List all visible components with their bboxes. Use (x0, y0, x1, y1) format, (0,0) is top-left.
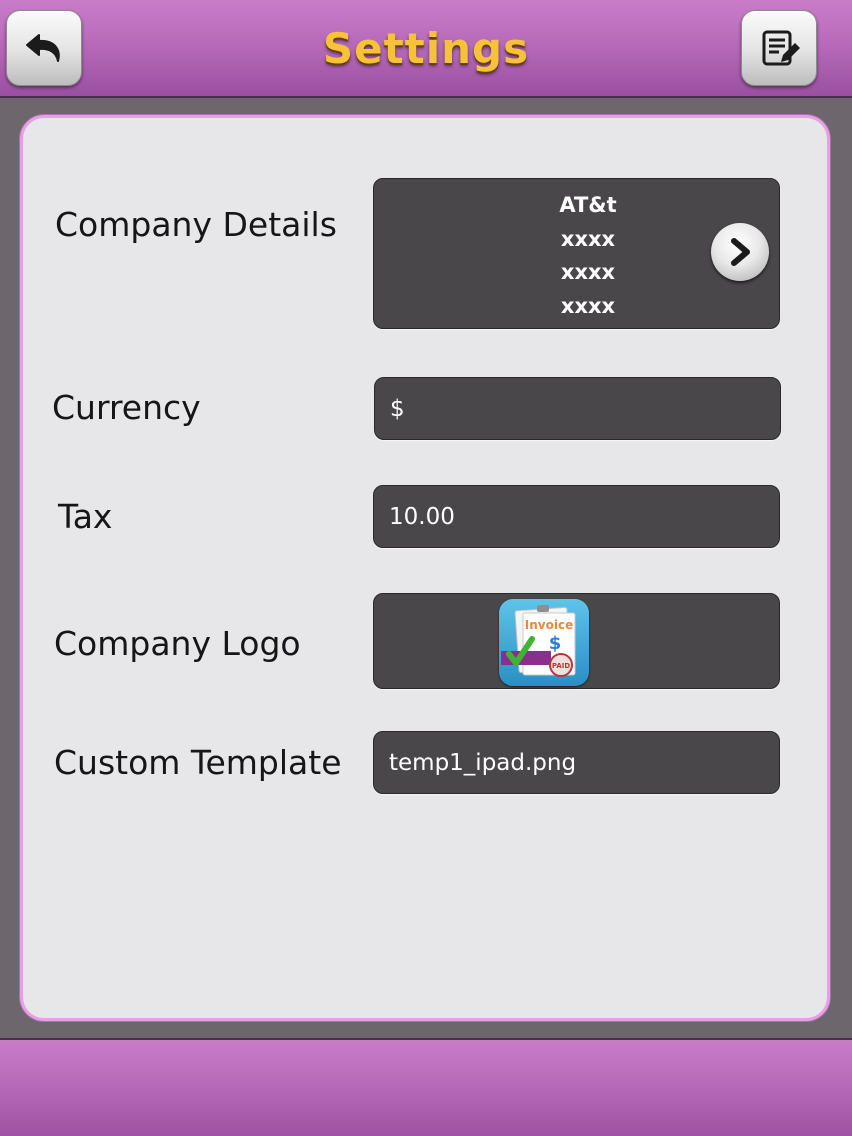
top-navigation-bar: Settings (0, 0, 852, 98)
page-title: Settings (322, 24, 530, 73)
tax-input[interactable]: 10.00 (373, 485, 780, 548)
company-details-arrow-button[interactable] (711, 223, 769, 281)
chevron-right-icon (731, 238, 750, 266)
custom-template-value: temp1_ipad.png (389, 749, 577, 776)
currency-value: $ (390, 395, 405, 422)
company-name: AT&t (559, 193, 617, 217)
logo-dollar-symbol: $ (549, 633, 562, 654)
currency-label: Currency (52, 388, 201, 427)
notepad-pencil-icon (762, 30, 800, 66)
logo-text: Invoice (525, 618, 573, 632)
logo-paid-stamp: PAID (552, 662, 571, 670)
company-logo-picker[interactable]: Invoice $ PAID (373, 593, 780, 689)
tax-value: 10.00 (389, 503, 455, 530)
edit-button[interactable] (741, 10, 817, 86)
company-details-label: Company Details (55, 205, 337, 244)
bottom-toolbar (0, 1038, 852, 1136)
currency-input[interactable]: $ (374, 377, 781, 440)
company-logo-label: Company Logo (54, 624, 301, 663)
custom-template-label: Custom Template (54, 743, 342, 782)
tax-label: Tax (58, 497, 113, 536)
invoice-logo-icon: Invoice $ PAID (501, 605, 576, 677)
company-logo-image: Invoice $ PAID (499, 599, 589, 686)
company-detail-line: xxxx (560, 293, 616, 318)
settings-screen: Settings Company Details AT&t xxxx xxxx … (0, 0, 852, 1136)
company-details-button[interactable]: AT&t xxxx xxxx xxxx (373, 178, 780, 329)
custom-template-input[interactable]: temp1_ipad.png (373, 731, 780, 794)
